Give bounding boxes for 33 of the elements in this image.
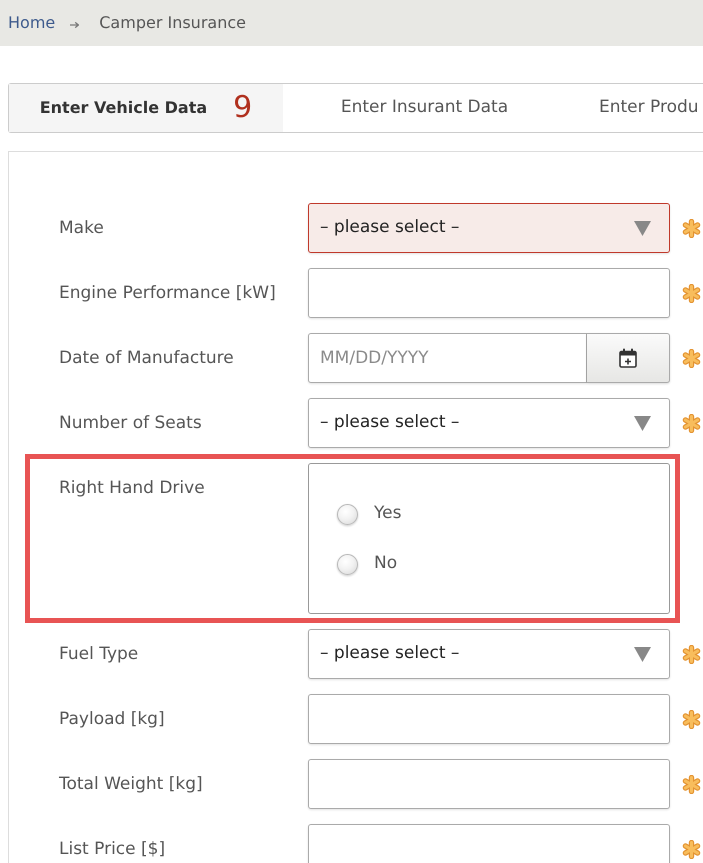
field-label: List Price [$] [59, 838, 166, 861]
field-label: Number of Seats [59, 412, 203, 435]
radio-button[interactable] [337, 504, 358, 524]
caret-icon [634, 416, 651, 430]
date-input[interactable]: MM/DD/YYYY [308, 333, 587, 383]
field-label: Engine Performance [kW] [59, 282, 277, 305]
text-input[interactable] [308, 759, 670, 809]
breadcrumb-link[interactable]: Home [8, 11, 56, 35]
text-input[interactable] [308, 824, 670, 863]
breadcrumb-current: Camper Insurance [99, 12, 246, 34]
field-label: Right Hand Drive [59, 477, 206, 500]
wizard-tab[interactable]: Enter Insurant Data [283, 84, 566, 132]
wizard-tab[interactable]: Enter Produ [566, 84, 703, 132]
field-label: Fuel Type [59, 643, 140, 666]
caret-icon [634, 220, 651, 236]
dropdown-field[interactable]: – please select – [308, 203, 670, 253]
dropdown-field[interactable]: – please select – [308, 398, 670, 448]
arrow-icon [70, 20, 80, 28]
field-label: Date of Manufacture [59, 347, 235, 370]
radio-button[interactable] [337, 554, 358, 574]
calendar-button[interactable] [587, 333, 670, 383]
field-label: Make [59, 217, 105, 240]
calendar-icon [619, 348, 637, 368]
caret-icon [634, 646, 651, 662]
dropdown-field[interactable]: – please select – [308, 629, 670, 679]
text-input[interactable] [308, 694, 670, 744]
wizard-tab[interactable]: Enter Vehicle Data 9 [9, 84, 283, 132]
step-number: 9 [233, 93, 252, 123]
radio-label[interactable]: No [374, 551, 398, 577]
field-label: Total Weight [kg] [59, 773, 204, 796]
radio-label[interactable]: Yes [374, 501, 402, 527]
text-input[interactable] [308, 268, 670, 318]
field-label: Payload [kg] [59, 708, 166, 731]
